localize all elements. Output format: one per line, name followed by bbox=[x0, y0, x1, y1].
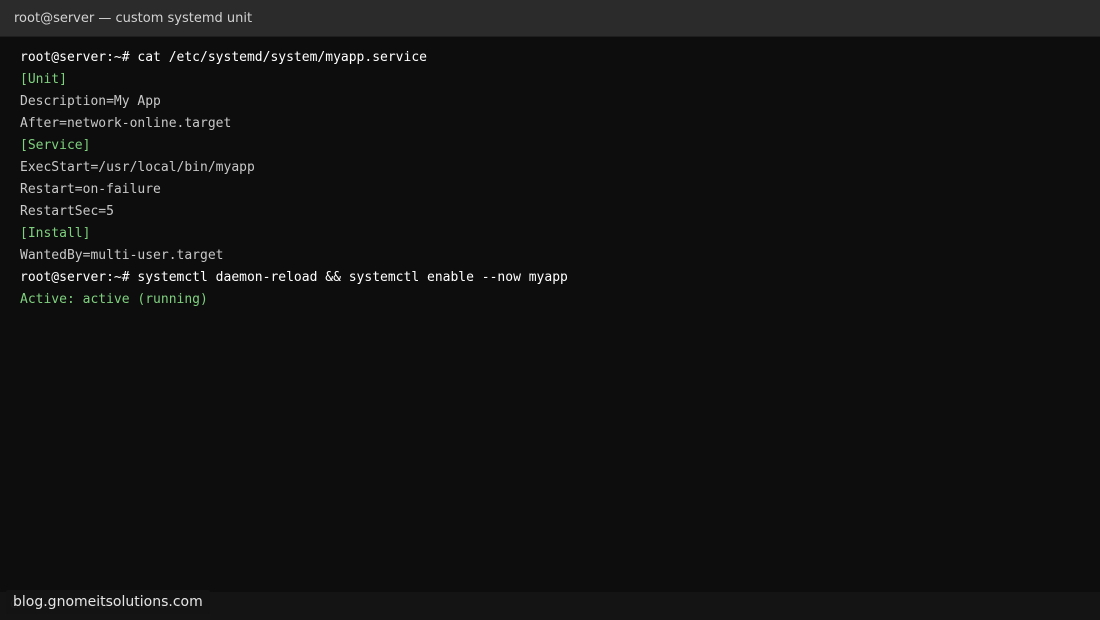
site-watermark: blog.gnomeitsolutions.com bbox=[6, 590, 210, 614]
terminal-line-active-status: Active: active (running) bbox=[20, 292, 208, 307]
terminal-line-description: Description=My App bbox=[20, 94, 161, 109]
title-bar[interactable]: root@server — custom systemd unit bbox=[0, 0, 1100, 37]
terminal-window: root@server — custom systemd unit root@s… bbox=[0, 0, 1100, 620]
terminal-line-wantedby: WantedBy=multi-user.target bbox=[20, 248, 224, 263]
terminal-line-cat-command: root@server:~# cat /etc/systemd/system/m… bbox=[20, 50, 427, 65]
terminal-line-systemctl-command: root@server:~# systemctl daemon-reload &… bbox=[20, 270, 568, 285]
terminal-line-service-section: [Service] bbox=[20, 138, 91, 153]
terminal-line-unit-section: [Unit] bbox=[20, 72, 67, 87]
terminal-line-after: After=network-online.target bbox=[20, 116, 232, 131]
terminal-line-install-section: [Install] bbox=[20, 226, 91, 241]
terminal-line-execstart: ExecStart=/usr/local/bin/myapp bbox=[20, 160, 255, 175]
terminal-line-restart: Restart=on-failure bbox=[20, 182, 161, 197]
terminal-line-restartsec: RestartSec=5 bbox=[20, 204, 114, 219]
terminal-output[interactable]: root@server:~# cat /etc/systemd/system/m… bbox=[20, 47, 1080, 311]
window-title: root@server — custom systemd unit bbox=[14, 11, 253, 26]
